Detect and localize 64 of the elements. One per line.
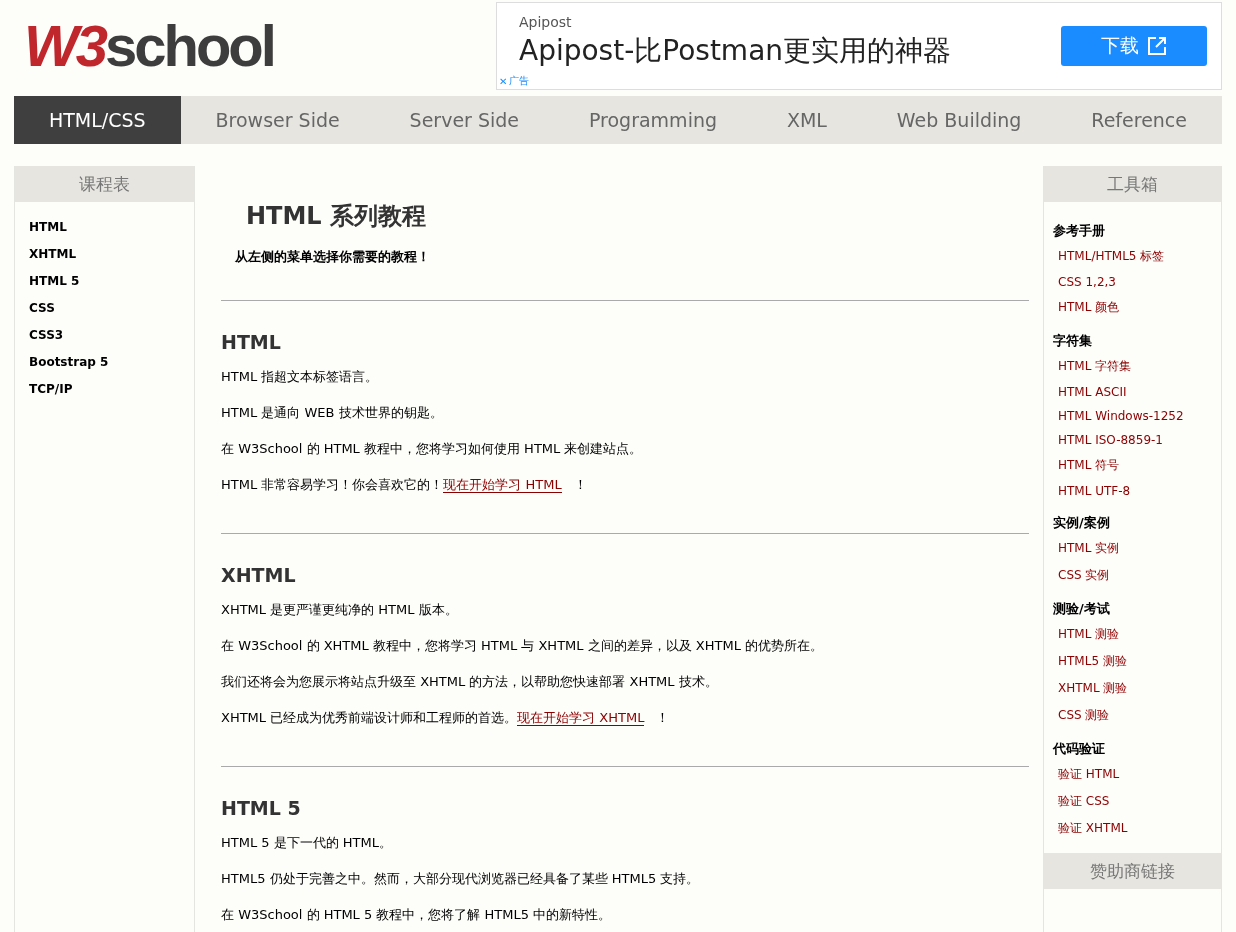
reference-link[interactable]: CSS 1,2,3 <box>1058 275 1212 289</box>
nav-tab[interactable]: XML <box>752 96 862 144</box>
paragraph: HTML 指超文本标签语言。 <box>221 368 380 386</box>
intro-text: 从左侧的菜单选择你需要的教程！ <box>235 248 431 266</box>
section-heading: HTML 5 <box>221 797 302 819</box>
sidebar-title: 课程表 <box>15 166 194 202</box>
sidebar-link[interactable]: HTML 5 <box>29 274 180 288</box>
ad-advertiser: Apipost <box>519 14 573 30</box>
paragraph: 在 W3School 的 HTML 教程中，您将学习如何使用 HTML 来创建站点。 <box>221 440 644 458</box>
ad-close-icon[interactable]: ✕ <box>499 75 508 87</box>
nav-tab[interactable]: Browser Side <box>180 96 375 144</box>
reference-link[interactable]: CSS 测验 <box>1058 707 1212 724</box>
paragraph: HTML 是通向 WEB 技术世界的钥匙。 <box>221 404 444 422</box>
reference-link[interactable]: HTML 颜色 <box>1058 299 1212 316</box>
group-heading: 实例/案例 <box>1053 514 1111 532</box>
paragraph: 在 W3School 的 XHTML 教程中，您将学习 HTML 与 XHTML 之间的差异，以及 XHTML 的优势所在。 <box>221 637 825 655</box>
sidebar-link[interactable]: CSS3 <box>29 328 180 342</box>
ad-label: 广告 <box>509 74 530 88</box>
w3school-logo[interactable]: W3school <box>24 14 274 78</box>
paragraph: 我们还将会为您展示将站点升级至 XHTML 的方法，以帮助您快速部署 XHTML 技术。 <box>221 673 719 691</box>
reference-link[interactable]: 验证 CSS <box>1058 793 1212 810</box>
sidebar-link[interactable]: HTML <box>29 220 180 234</box>
section-heading: HTML <box>221 331 282 353</box>
sidebar-title: 赞助商链接 <box>1044 853 1221 889</box>
paragraph: HTML5 仍处于完善之中。然而，大部分现代浏览器已经具备了某些 HTML5 支持。 <box>221 870 701 888</box>
reference-link[interactable]: 验证 XHTML <box>1058 820 1212 837</box>
reference-link[interactable]: HTML UTF-8 <box>1058 484 1212 498</box>
sidebar-link[interactable]: XHTML <box>29 247 180 261</box>
reference-link[interactable]: HTML 符号 <box>1058 457 1212 474</box>
sidebar-link[interactable]: Bootstrap 5 <box>29 355 180 369</box>
reference-link[interactable]: HTML 测验 <box>1058 626 1212 643</box>
group-heading: 代码验证 <box>1053 740 1106 758</box>
nav-tab[interactable]: Reference <box>1056 96 1222 144</box>
paragraph: XHTML 已经成为优秀前端设计师和工程师的首选。现在开始学习 XHTML ！ <box>221 709 671 727</box>
reference-link[interactable]: HTML 字符集 <box>1058 358 1212 375</box>
reference-link[interactable]: HTML ASCII <box>1058 385 1212 399</box>
paragraph: XHTML 是更严谨更纯净的 HTML 版本。 <box>221 601 459 619</box>
reference-link[interactable]: HTML 实例 <box>1058 540 1212 557</box>
paragraph: 在 W3School 的 HTML 5 教程中，您将了解 HTML5 中的新特性。 <box>221 906 613 924</box>
reference-link[interactable]: HTML5 测验 <box>1058 653 1212 670</box>
group-heading: 字符集 <box>1053 332 1093 350</box>
reference-link[interactable]: HTML/HTML5 标签 <box>1058 248 1212 265</box>
group-heading: 参考手册 <box>1053 222 1106 240</box>
reference-link[interactable]: CSS 实例 <box>1058 567 1212 584</box>
sidebar-link[interactable]: CSS <box>29 301 180 315</box>
reference-link[interactable]: HTML Windows-1252 <box>1058 409 1212 423</box>
tutorial-link[interactable]: 现在开始学习 XHTML <box>517 710 645 726</box>
page-title: HTML 系列教程 <box>246 201 427 232</box>
nav-tab[interactable]: Web Building <box>861 96 1057 144</box>
reference-link[interactable]: XHTML 测验 <box>1058 680 1212 697</box>
ad-headline[interactable]: Apipost-比Postman更实用的神器 <box>519 32 952 70</box>
nav-tab[interactable]: Programming <box>554 96 752 144</box>
reference-link[interactable]: 验证 HTML <box>1058 766 1212 783</box>
nav-tab[interactable]: HTML/CSS <box>14 96 181 144</box>
section-heading: XHTML <box>221 564 297 586</box>
external-link-icon <box>1147 36 1167 56</box>
sidebar-link[interactable]: TCP/IP <box>29 382 180 396</box>
nav-tab[interactable]: Server Side <box>374 96 554 144</box>
tutorial-link[interactable]: 现在开始学习 HTML <box>443 477 562 493</box>
paragraph: HTML 5 是下一代的 HTML。 <box>221 834 394 852</box>
sidebar-title: 工具箱 <box>1044 166 1221 202</box>
reference-link[interactable]: HTML ISO-8859-1 <box>1058 433 1212 447</box>
group-heading: 测验/考试 <box>1053 600 1111 618</box>
paragraph: HTML 非常容易学习！你会喜欢它的！现在开始学习 HTML ！ <box>221 476 588 494</box>
